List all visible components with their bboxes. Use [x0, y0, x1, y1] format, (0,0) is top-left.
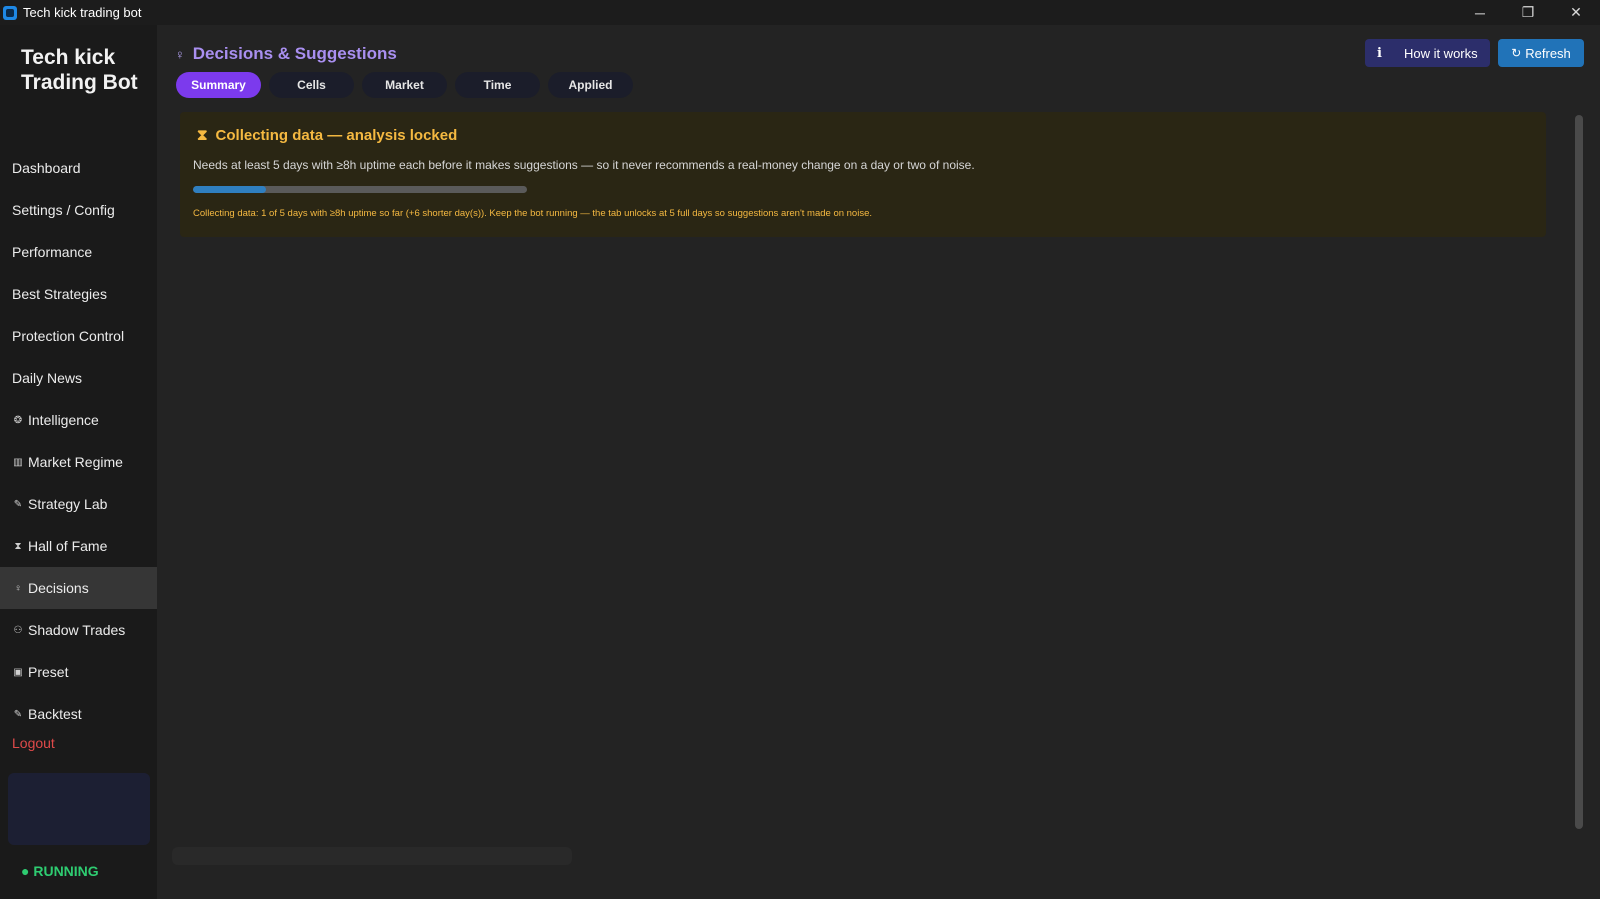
close-button[interactable]: ✕	[1552, 0, 1600, 25]
brand-title: Tech kick Trading Bot	[21, 46, 138, 94]
panel-title-text: Collecting data — analysis locked	[215, 127, 458, 144]
status-footer	[172, 847, 572, 865]
tab-market[interactable]: Market	[362, 72, 447, 98]
sidebar-item-performance[interactable]: Performance	[0, 231, 157, 273]
logout-button[interactable]: Logout	[12, 735, 55, 751]
progress-bar	[193, 186, 527, 193]
sidebar-item-strategy-lab[interactable]: ✎ Strategy Lab	[0, 483, 157, 525]
scrollbar[interactable]	[1575, 115, 1583, 829]
sidebar-item-label: Settings / Config	[12, 202, 115, 218]
tab-cells[interactable]: Cells	[269, 72, 354, 98]
brain-icon: ❂	[13, 414, 23, 426]
refresh-label: Refresh	[1525, 45, 1571, 61]
sidebar-item-label: Preset	[28, 664, 69, 680]
chart-icon: ▥	[13, 456, 23, 468]
page-title-text: Decisions & Suggestions	[192, 44, 397, 63]
lightbulb-icon: ♀	[175, 46, 185, 62]
sidebar-item-label: Strategy Lab	[28, 496, 108, 512]
main-content: ♀ Decisions & Suggestions Summary Cells …	[157, 25, 1600, 899]
tab-bar: Summary Cells Market Time Applied	[176, 72, 641, 98]
sidebar-item-protection-control[interactable]: Protection Control	[0, 315, 157, 357]
sidebar-item-best-strategies[interactable]: Best Strategies	[0, 273, 157, 315]
window-controls: ─ ❐ ✕	[1456, 0, 1600, 25]
sidebar-item-label: Best Strategies	[12, 286, 107, 302]
sidebar-item-shadow-trades[interactable]: ⚇ Shadow Trades	[0, 609, 157, 651]
collecting-data-panel: ⧗ Collecting data — analysis locked Need…	[180, 112, 1546, 237]
how-it-works-button[interactable]: i How it works	[1365, 39, 1490, 67]
refresh-icon: ↻	[1511, 46, 1522, 60]
sidebar-item-label: Hall of Fame	[28, 538, 108, 554]
gift-icon: ▣	[13, 666, 23, 678]
how-it-works-label: How it works	[1403, 45, 1478, 61]
sidebar-item-label: Daily News	[12, 370, 83, 386]
sidebar-item-settings[interactable]: Settings / Config	[0, 189, 157, 231]
sidebar-item-preset[interactable]: ▣ Preset	[0, 651, 157, 693]
sidebar-item-label: Backtest	[28, 706, 82, 722]
page-title: ♀ Decisions & Suggestions	[175, 44, 397, 64]
sidebar-item-label: Performance	[12, 244, 93, 260]
tab-applied[interactable]: Applied	[548, 72, 633, 98]
sidebar-item-label: Market Regime	[28, 454, 123, 470]
sidebar-item-label: Intelligence	[28, 412, 99, 428]
tab-time[interactable]: Time	[455, 72, 540, 98]
sidebar-item-label: Shadow Trades	[28, 622, 126, 638]
sidebar-item-hall-of-fame[interactable]: ⧗ Hall of Fame	[0, 525, 157, 567]
refresh-button[interactable]: ↻ Refresh	[1498, 39, 1584, 67]
lightbulb-icon: ♀	[14, 582, 22, 594]
sidebar-item-label: Protection Control	[12, 328, 125, 344]
sidebar-item-decisions[interactable]: ♀ Decisions	[0, 567, 157, 609]
people-icon: ⚇	[13, 624, 23, 636]
progress-fill	[193, 186, 267, 193]
tab-summary[interactable]: Summary	[176, 72, 261, 98]
running-status: ● RUNNING	[21, 863, 99, 879]
info-icon: i	[1377, 45, 1382, 61]
sidebar-nav: Dashboard Settings / Config Performance …	[0, 147, 157, 735]
hourglass-icon: ⧗	[197, 127, 208, 144]
sidebar-item-intelligence[interactable]: ❂ Intelligence	[0, 399, 157, 441]
panel-description: Needs at least 5 days with ≥8h uptime ea…	[193, 158, 975, 172]
status-card	[8, 773, 150, 845]
wrench-icon: ✎	[13, 498, 23, 510]
sidebar-item-label: Dashboard	[12, 160, 81, 176]
title-bar: Tech kick trading bot ─ ❐ ✕	[0, 0, 1600, 25]
sidebar-item-dashboard[interactable]: Dashboard	[0, 147, 157, 189]
window-title: Tech kick trading bot	[23, 5, 142, 20]
panel-note: Collecting data: 1 of 5 days with ≥8h up…	[193, 208, 873, 219]
wrench-icon: ✎	[13, 708, 23, 720]
sidebar-item-market-regime[interactable]: ▥ Market Regime	[0, 441, 157, 483]
sidebar-item-label: Decisions	[28, 580, 89, 596]
sidebar-item-backtest[interactable]: ✎ Backtest	[0, 693, 157, 735]
panel-title: ⧗ Collecting data — analysis locked	[197, 127, 457, 144]
app-icon	[3, 5, 17, 20]
minimize-button[interactable]: ─	[1456, 0, 1504, 25]
sidebar-item-daily-news[interactable]: Daily News	[0, 357, 157, 399]
restore-button[interactable]: ❐	[1504, 0, 1552, 25]
sidebar: Tech kick Trading Bot Dashboard Settings…	[0, 25, 157, 899]
hourglass-icon: ⧗	[14, 540, 22, 552]
